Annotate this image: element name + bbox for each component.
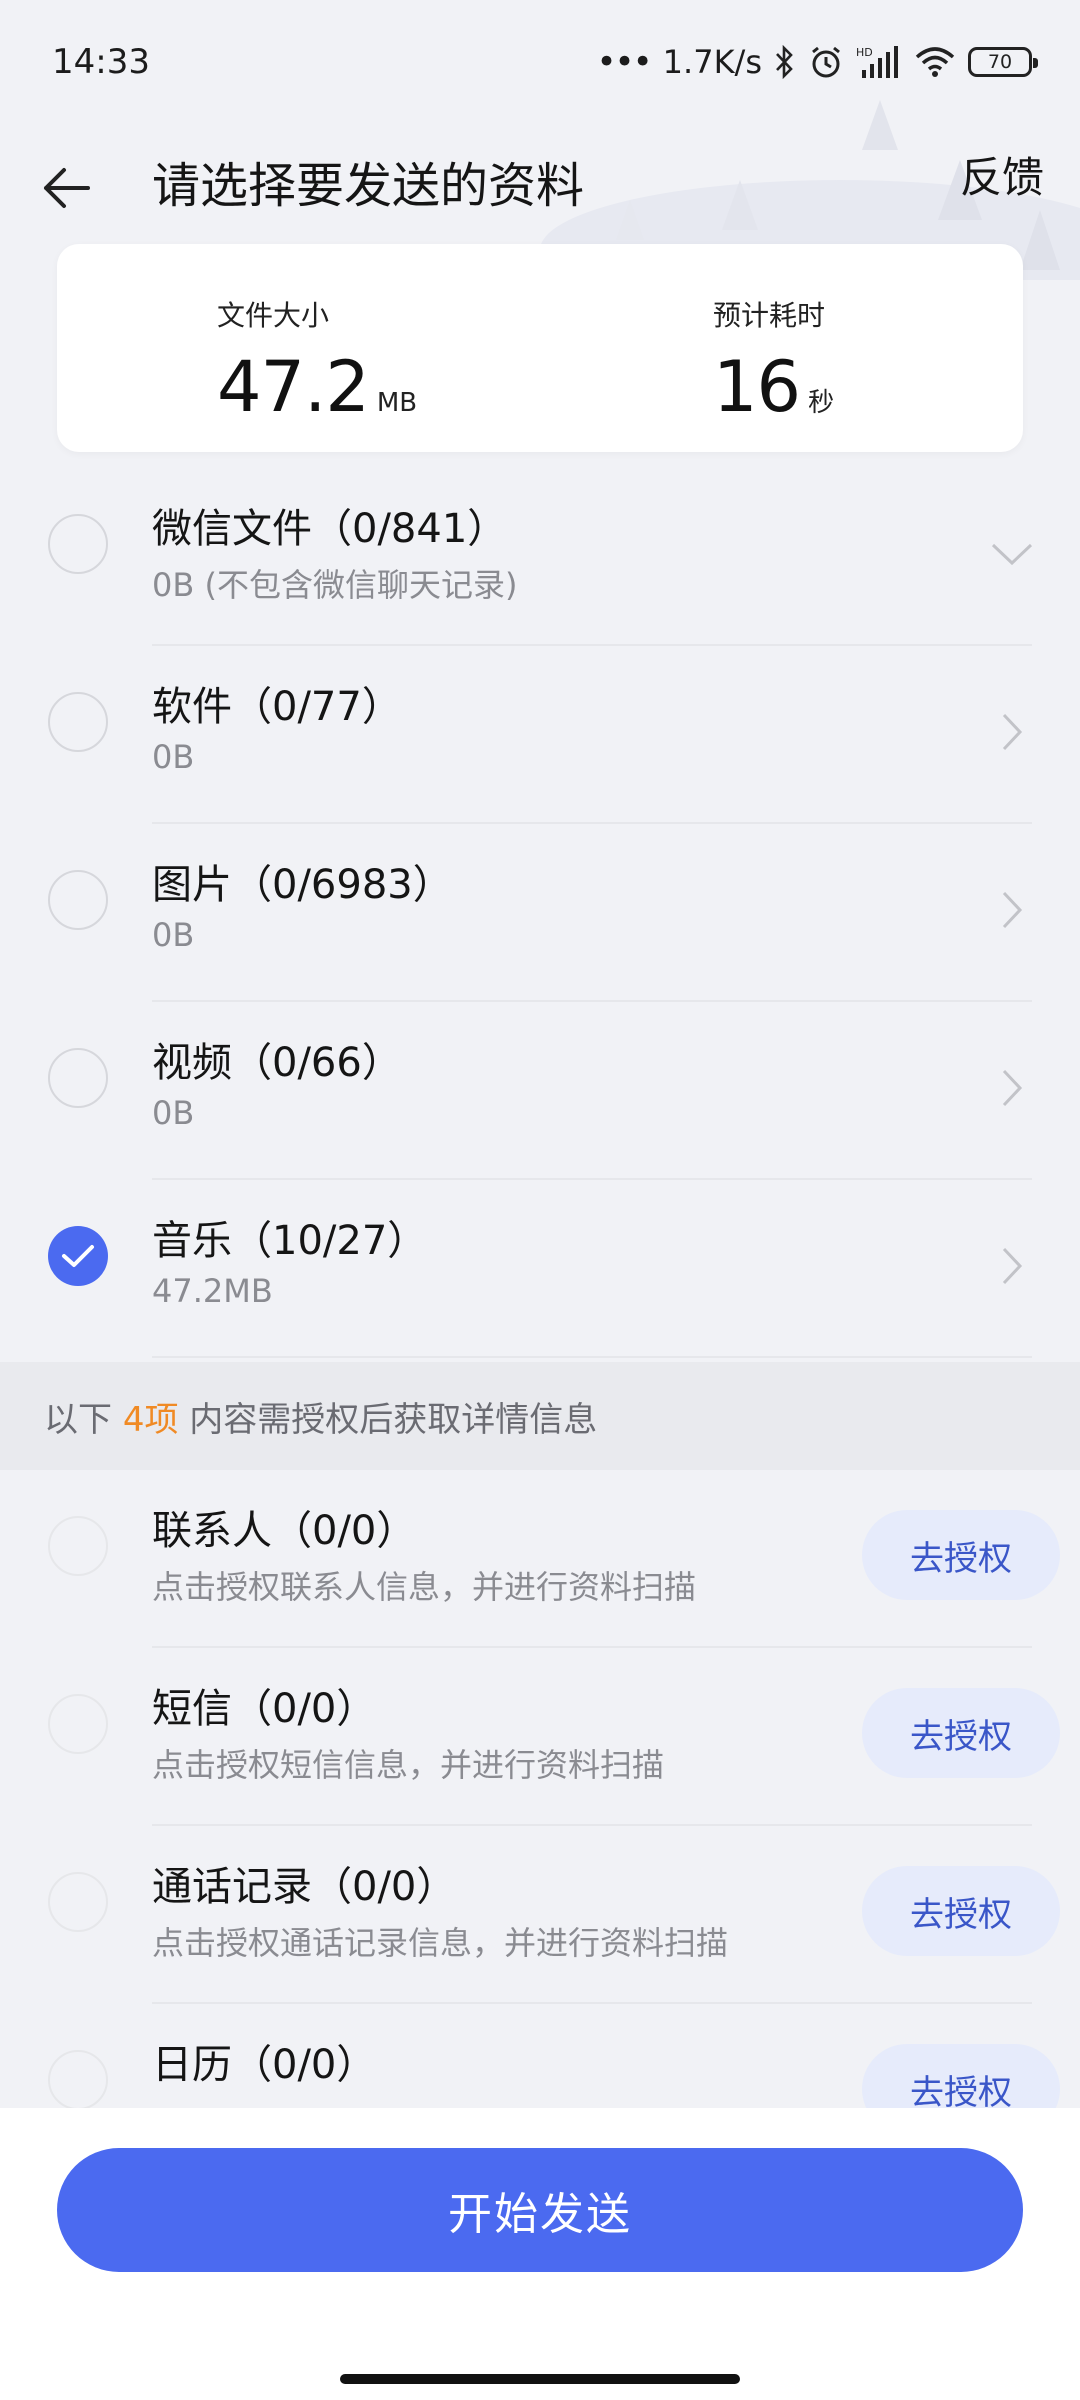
auth-title: 短信（0/0） [152, 1686, 377, 1732]
radio-button[interactable] [48, 514, 108, 574]
category-title: 软件（0/77） [152, 684, 402, 730]
category-title: 音乐（10/27） [152, 1218, 428, 1264]
notice-suffix: 内容需授权后获取详情信息 [178, 1400, 598, 1440]
file-size-label: 文件大小 [217, 299, 330, 332]
chevron-down-icon [991, 543, 1033, 566]
category-title: 微信文件（0/841） [152, 506, 508, 552]
radio-button[interactable] [48, 870, 108, 930]
auth-subtitle: 点击授权联系人信息，并进行资料扫描 [152, 1568, 697, 1606]
auth-title: 日历（0/0） [152, 2042, 377, 2088]
file-size-value: 47.2 [217, 346, 370, 428]
file-size-summary: 文件大小 47.2 MB [217, 294, 417, 428]
file-size-unit: MB [376, 388, 418, 418]
auth-title: 通话记录（0/0） [152, 1864, 457, 1910]
authorization-notice: 以下 4项 内容需授权后获取详情信息 [0, 1362, 1080, 1470]
auth-subtitle: 点击授权短信信息，并进行资料扫描 [152, 1746, 665, 1784]
battery-icon: 70 [968, 47, 1038, 77]
authorize-button[interactable]: 去授权 [862, 1688, 1060, 1778]
feedback-button[interactable]: 反馈 [960, 140, 1044, 216]
bottom-bar: 开始发送 [0, 2108, 1080, 2400]
category-row-photos[interactable]: 图片（0/6983） 0B [0, 824, 1080, 1002]
estimated-time-summary: 预计耗时 16 秒 [713, 294, 834, 428]
radio-button-disabled [48, 1872, 108, 1932]
divider [152, 1356, 1032, 1358]
estimated-time-unit: 秒 [808, 388, 835, 418]
auth-row-sms: 短信（0/0） 点击授权短信信息，并进行资料扫描 去授权 [0, 1648, 1080, 1826]
category-subtitle: 0B (不包含微信聊天记录) [152, 566, 518, 604]
estimated-time-label: 预计耗时 [713, 299, 826, 332]
status-time: 14:33 [52, 42, 150, 82]
expand-button[interactable] [984, 534, 1040, 574]
estimated-time-value: 16 [713, 346, 801, 428]
back-arrow-icon [44, 168, 90, 208]
open-detail-button[interactable] [992, 702, 1032, 762]
category-row-apps[interactable]: 软件（0/77） 0B [0, 646, 1080, 824]
wifi-icon [915, 47, 955, 77]
auth-title: 联系人（0/0） [152, 1508, 417, 1554]
category-row-wechat[interactable]: 微信文件（0/841） 0B (不包含微信聊天记录) [0, 468, 1080, 646]
category-subtitle: 47.2MB [152, 1272, 273, 1310]
notice-prefix: 以下 [44, 1400, 123, 1440]
radio-button[interactable] [48, 692, 108, 752]
alarm-icon [812, 46, 840, 78]
open-detail-button[interactable] [992, 880, 1032, 940]
chevron-right-icon [1002, 713, 1023, 751]
summary-card: 文件大小 47.2 MB 预计耗时 16 秒 [57, 244, 1023, 452]
category-title: 视频（0/66） [152, 1040, 402, 1086]
chevron-right-icon [1002, 1069, 1023, 1107]
notice-text: 以下 4项 内容需授权后获取详情信息 [44, 1392, 597, 1441]
checkmark-icon [62, 1245, 94, 1267]
home-indicator[interactable] [340, 2374, 740, 2384]
hd-signal-icon: HD [856, 46, 898, 78]
open-detail-button[interactable] [992, 1236, 1032, 1296]
notice-count: 4项 [122, 1400, 179, 1440]
category-subtitle: 0B [152, 1094, 195, 1132]
status-icons: ••• 1.7K/s HD 70 [596, 40, 1038, 84]
category-title: 图片（0/6983） [152, 862, 453, 908]
open-detail-button[interactable] [992, 1058, 1032, 1118]
radio-button-checked[interactable] [48, 1226, 108, 1286]
auth-row-contacts: 联系人（0/0） 点击授权联系人信息，并进行资料扫描 去授权 [0, 1470, 1080, 1648]
start-send-button[interactable]: 开始发送 [57, 2148, 1023, 2272]
dots-icon: ••• [596, 42, 653, 82]
category-subtitle: 0B [152, 738, 195, 776]
authorize-button[interactable]: 去授权 [862, 1866, 1060, 1956]
page-title: 请选择要发送的资料 [152, 158, 585, 214]
radio-button-disabled [48, 2050, 108, 2110]
status-bar: 14:33 ••• 1.7K/s HD 70 [0, 0, 1080, 130]
battery-level: 70 [987, 51, 1013, 73]
svg-text:HD: HD [856, 46, 873, 59]
auth-subtitle: 点击授权通话记录信息，并进行资料扫描 [152, 1924, 729, 1962]
radio-button-disabled [48, 1694, 108, 1754]
chevron-right-icon [1002, 891, 1023, 929]
network-speed: 1.7K/s [662, 43, 762, 81]
radio-button-disabled [48, 1516, 108, 1576]
auth-row-call-log: 通话记录（0/0） 点击授权通话记录信息，并进行资料扫描 去授权 [0, 1826, 1080, 2004]
header: 请选择要发送的资料 反馈 [0, 130, 1080, 240]
category-row-videos[interactable]: 视频（0/66） 0B [0, 1002, 1080, 1180]
category-row-music[interactable]: 音乐（10/27） 47.2MB [0, 1180, 1080, 1358]
category-subtitle: 0B [152, 916, 195, 954]
back-button[interactable] [28, 150, 104, 226]
chevron-right-icon [1002, 1247, 1023, 1285]
authorize-button[interactable]: 去授权 [862, 1510, 1060, 1600]
bluetooth-icon [776, 45, 793, 79]
radio-button[interactable] [48, 1048, 108, 1108]
